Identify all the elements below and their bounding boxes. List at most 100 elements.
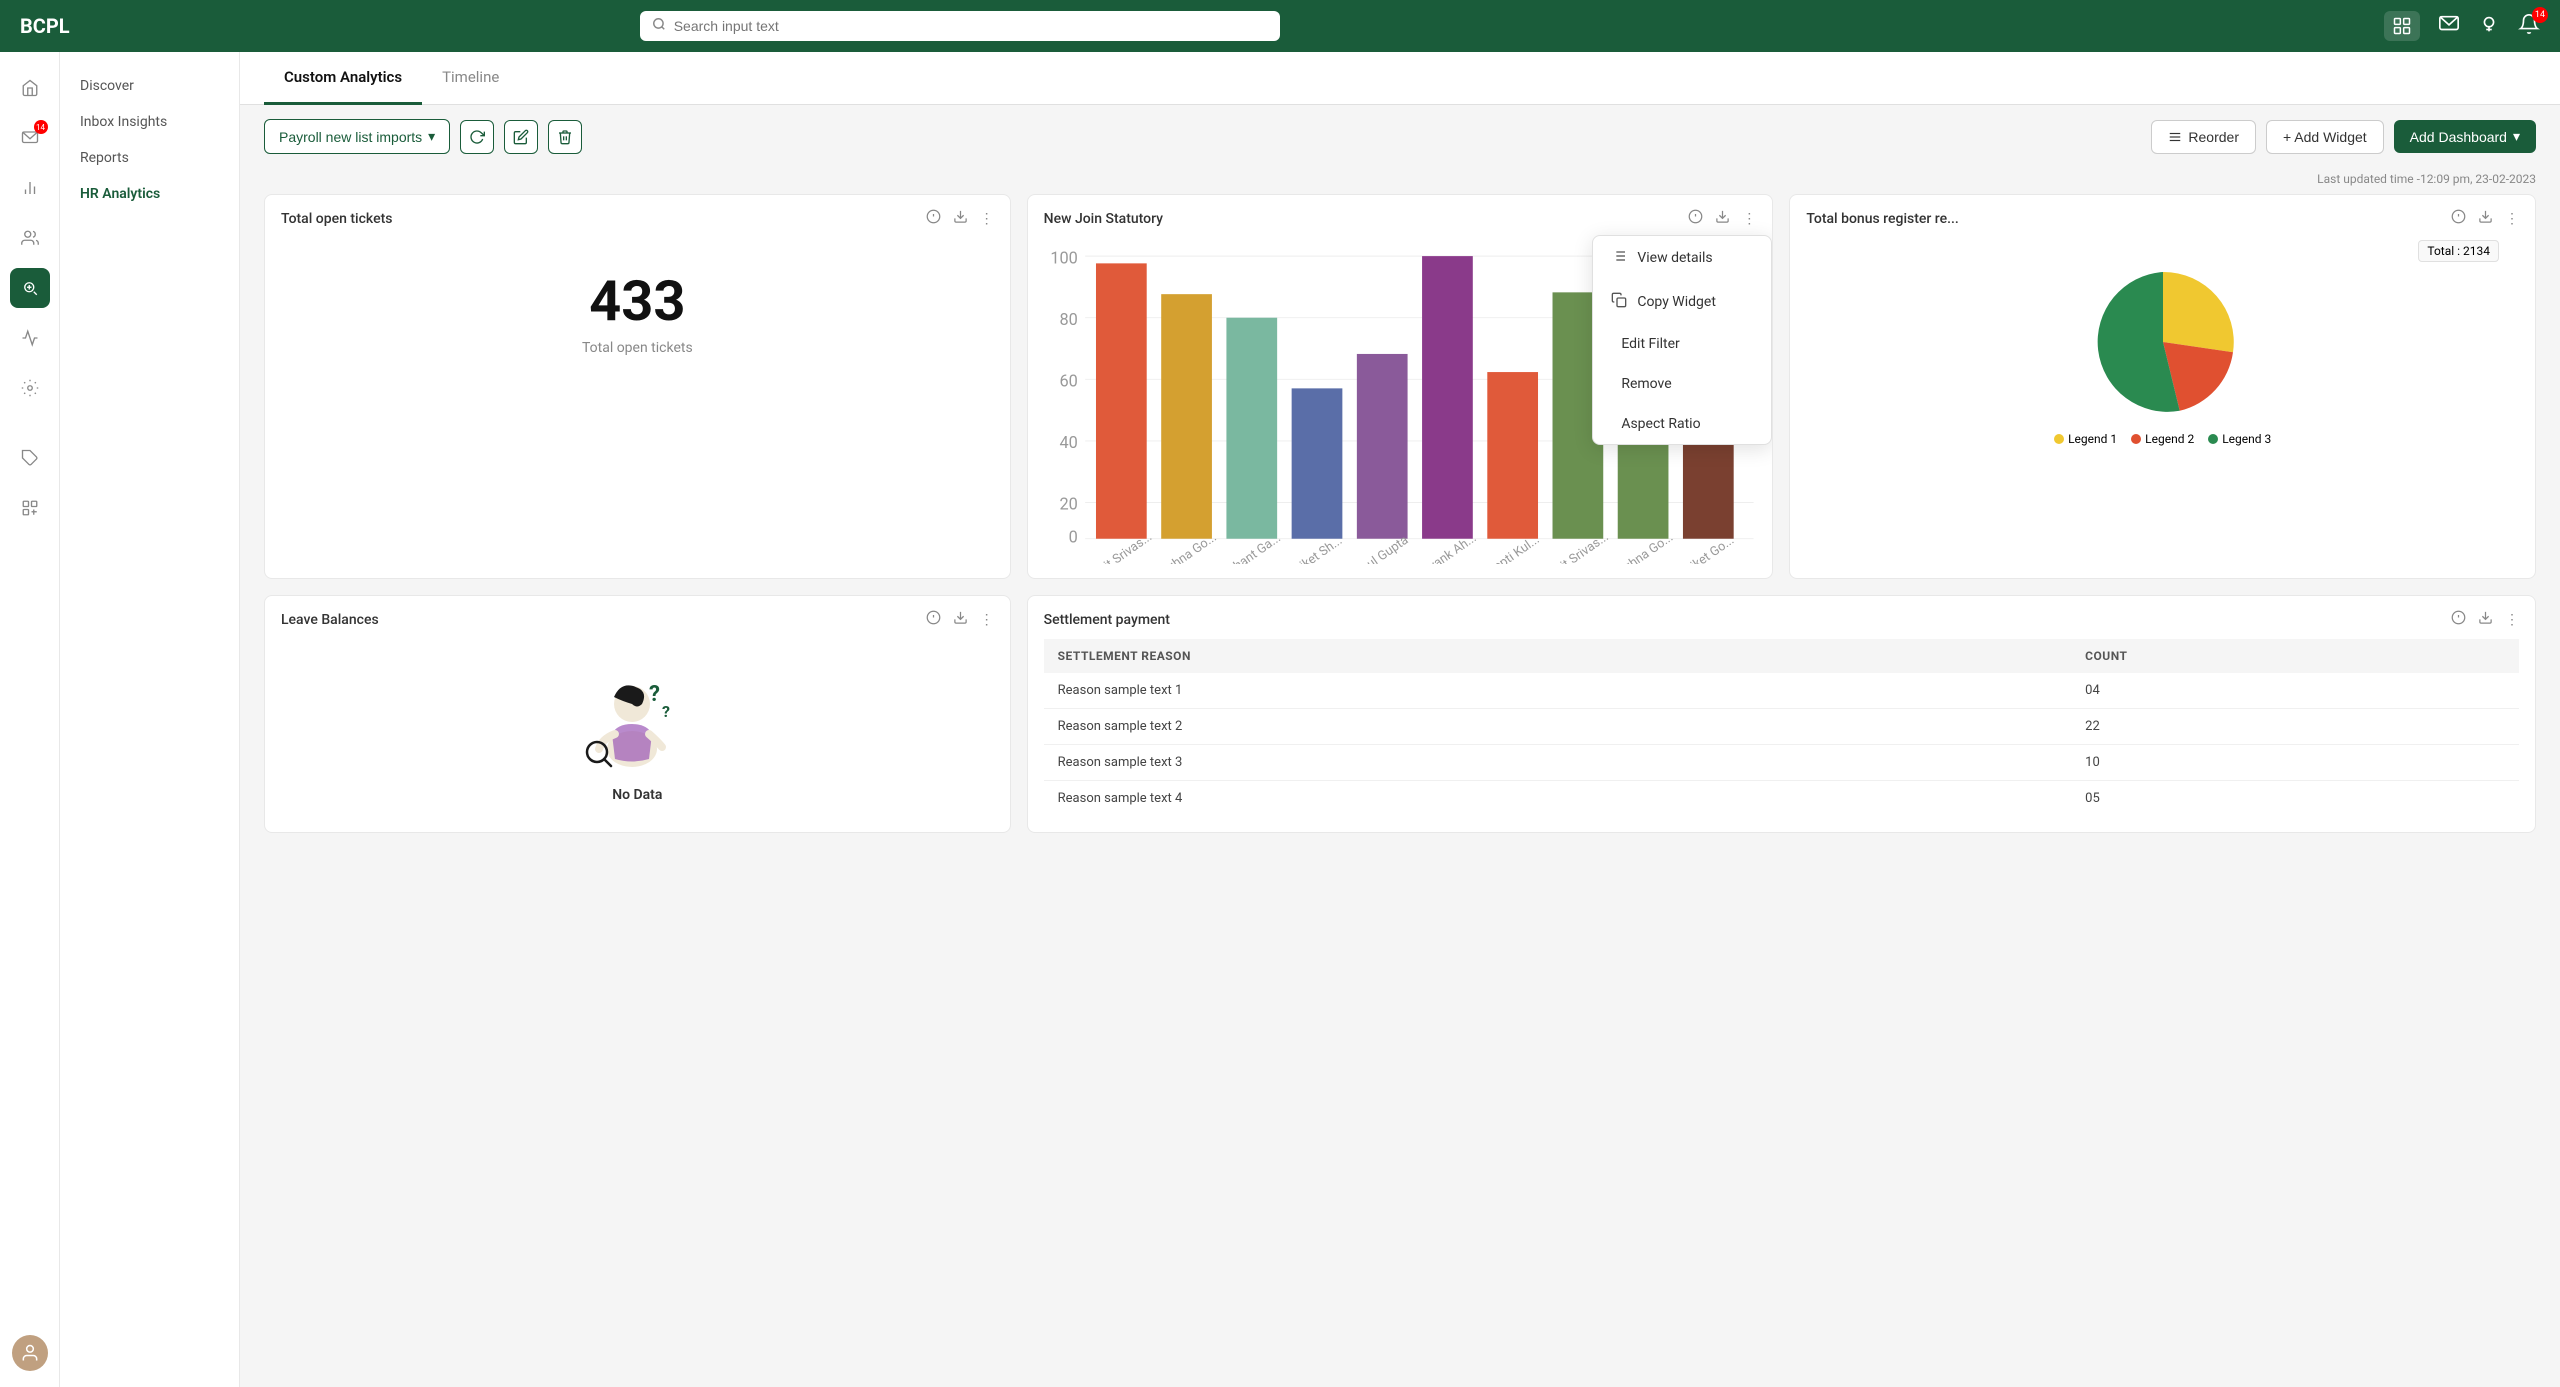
table-row: Reason sample text 1 04 bbox=[1044, 673, 2519, 709]
statutory-info-icon[interactable] bbox=[1688, 209, 1703, 228]
sidebar-inbox[interactable]: 14 bbox=[10, 118, 50, 158]
sidebar-chart[interactable] bbox=[10, 318, 50, 358]
ideas-icon[interactable] bbox=[2478, 13, 2500, 40]
content-area: Custom Analytics Timeline Payroll new li… bbox=[240, 52, 2560, 1387]
bonus-download-icon[interactable] bbox=[2478, 209, 2493, 228]
delete-button[interactable] bbox=[548, 120, 582, 154]
pie-chart-svg bbox=[2083, 262, 2243, 422]
context-menu-remove[interactable]: Remove bbox=[1593, 364, 1771, 404]
refresh-button[interactable] bbox=[460, 120, 494, 154]
notification-badge: 14 bbox=[2532, 7, 2548, 23]
reorder-button[interactable]: Reorder bbox=[2151, 120, 2256, 154]
pie-legend: Legend 1 Legend 2 Legend 3 bbox=[2054, 432, 2271, 446]
no-data-text: No Data bbox=[612, 787, 662, 803]
legend-1-item: Legend 1 bbox=[2054, 432, 2117, 446]
legend-3-label: Legend 3 bbox=[2222, 432, 2271, 446]
secondary-sidebar: Discover Inbox Insights Reports HR Analy… bbox=[60, 52, 240, 1387]
add-widget-button[interactable]: + Add Widget bbox=[2266, 120, 2384, 154]
leave-download-icon[interactable] bbox=[953, 610, 968, 629]
dropdown-chevron-icon: ▾ bbox=[428, 128, 435, 145]
reorder-label: Reorder bbox=[2188, 129, 2239, 145]
statutory-download-icon[interactable] bbox=[1715, 209, 1730, 228]
tickets-info-icon[interactable] bbox=[926, 209, 941, 228]
payroll-dropdown-label: Payroll new list imports bbox=[279, 129, 422, 145]
widget-header-leave: Leave Balances ⋮ bbox=[265, 596, 1010, 639]
svg-text:?: ? bbox=[649, 682, 660, 707]
nav-inbox-insights[interactable]: Inbox Insights bbox=[60, 104, 239, 140]
widget-header-bonus: Total bonus register re... ⋮ bbox=[1790, 195, 2535, 238]
tickets-download-icon[interactable] bbox=[953, 209, 968, 228]
count-1: 04 bbox=[2071, 673, 2519, 709]
add-dashboard-label: Add Dashboard bbox=[2410, 129, 2507, 145]
reason-1: Reason sample text 1 bbox=[1044, 673, 2072, 709]
sidebar-settings[interactable] bbox=[10, 368, 50, 408]
app-logo: BCPL bbox=[20, 14, 70, 38]
sidebar-tag[interactable] bbox=[10, 438, 50, 478]
leave-info-icon[interactable] bbox=[926, 610, 941, 629]
tickets-more-icon[interactable]: ⋮ bbox=[980, 211, 994, 227]
tab-custom-analytics[interactable]: Custom Analytics bbox=[264, 52, 422, 105]
settlement-more-icon[interactable]: ⋮ bbox=[2505, 612, 2519, 628]
dashboard-container: Last updated time -12:09 pm, 23-02-2023 … bbox=[240, 168, 2560, 1387]
add-dashboard-button[interactable]: Add Dashboard ▾ bbox=[2394, 120, 2536, 153]
context-menu-copy-widget[interactable]: Copy Widget bbox=[1593, 280, 1771, 324]
legend-1-dot bbox=[2054, 434, 2064, 444]
user-avatar[interactable] bbox=[12, 1335, 48, 1371]
tab-timeline[interactable]: Timeline bbox=[422, 52, 519, 105]
bonus-info-icon[interactable] bbox=[2451, 209, 2466, 228]
legend-2-label: Legend 2 bbox=[2145, 432, 2194, 446]
widget-header-settlement: Settlement payment ⋮ bbox=[1028, 596, 2535, 639]
sidebar-apps[interactable] bbox=[10, 488, 50, 528]
leave-more-icon[interactable]: ⋮ bbox=[980, 612, 994, 628]
search-input[interactable] bbox=[674, 18, 1268, 34]
add-dashboard-chevron: ▾ bbox=[2513, 128, 2520, 145]
widget-settlement-payment: Settlement payment ⋮ bbox=[1027, 595, 2536, 833]
context-menu-edit-filter[interactable]: Edit Filter bbox=[1593, 324, 1771, 364]
svg-text:60: 60 bbox=[1059, 372, 1077, 391]
copy-widget-label: Copy Widget bbox=[1637, 294, 1716, 310]
sidebar-people[interactable] bbox=[10, 218, 50, 258]
context-menu-view-details[interactable]: View details bbox=[1593, 236, 1771, 280]
nav-hr-analytics[interactable]: HR Analytics bbox=[60, 176, 239, 212]
col-settlement-reason: SETTLEMENT REASON bbox=[1044, 639, 2072, 673]
nav-reports[interactable]: Reports bbox=[60, 140, 239, 176]
widget-body-settlement: SETTLEMENT REASON COUNT Reason sample te… bbox=[1028, 639, 2535, 832]
reason-3: Reason sample text 3 bbox=[1044, 745, 2072, 781]
network-icon[interactable] bbox=[2384, 11, 2420, 41]
inbox-badge: 14 bbox=[34, 120, 48, 134]
bonus-more-icon[interactable]: ⋮ bbox=[2505, 211, 2519, 227]
table-row: Reason sample text 3 10 bbox=[1044, 745, 2519, 781]
svg-text:20: 20 bbox=[1059, 495, 1077, 514]
top-navigation: BCPL 14 bbox=[0, 0, 2560, 52]
sidebar-home[interactable] bbox=[10, 68, 50, 108]
tickets-value: 433 bbox=[281, 248, 994, 340]
payroll-dropdown-button[interactable]: Payroll new list imports ▾ bbox=[264, 119, 450, 154]
sidebar-analytics[interactable] bbox=[10, 168, 50, 208]
count-3: 10 bbox=[2071, 745, 2519, 781]
pie-total-label: Total : 2134 bbox=[2418, 240, 2499, 262]
search-bar[interactable] bbox=[640, 11, 1280, 41]
left-iconbar: 14 bbox=[0, 52, 60, 1387]
statutory-more-icon[interactable]: ⋮ bbox=[1742, 211, 1756, 227]
edit-button[interactable] bbox=[504, 120, 538, 154]
col-count: COUNT bbox=[2071, 639, 2519, 673]
widgets-grid: Total open tickets ⋮ 433 Total open tick… bbox=[264, 194, 2536, 833]
notifications-icon[interactable]: 14 bbox=[2518, 13, 2540, 40]
sidebar-search-people[interactable] bbox=[10, 268, 50, 308]
tickets-label: Total open tickets bbox=[281, 340, 994, 376]
context-menu-aspect-ratio[interactable]: Aspect Ratio bbox=[1593, 404, 1771, 444]
widget-header-tickets: Total open tickets ⋮ bbox=[265, 195, 1010, 238]
messages-icon[interactable] bbox=[2438, 13, 2460, 40]
pie-chart-container: Total : 2134 bbox=[1790, 238, 2535, 462]
nav-discover[interactable]: Discover bbox=[60, 68, 239, 104]
svg-text:0: 0 bbox=[1068, 527, 1077, 546]
copy-widget-icon bbox=[1611, 292, 1627, 312]
view-details-icon bbox=[1611, 248, 1627, 268]
table-row: Reason sample text 4 05 bbox=[1044, 781, 2519, 817]
settlement-info-icon[interactable] bbox=[2451, 610, 2466, 629]
svg-text:?: ? bbox=[662, 702, 670, 721]
no-data-container: ? ? No Data bbox=[265, 639, 1010, 823]
settlement-download-icon[interactable] bbox=[2478, 610, 2493, 629]
widget-title-settlement: Settlement payment bbox=[1044, 612, 2445, 628]
widget-total-bonus: Total bonus register re... ⋮ Total : 213… bbox=[1789, 194, 2536, 579]
